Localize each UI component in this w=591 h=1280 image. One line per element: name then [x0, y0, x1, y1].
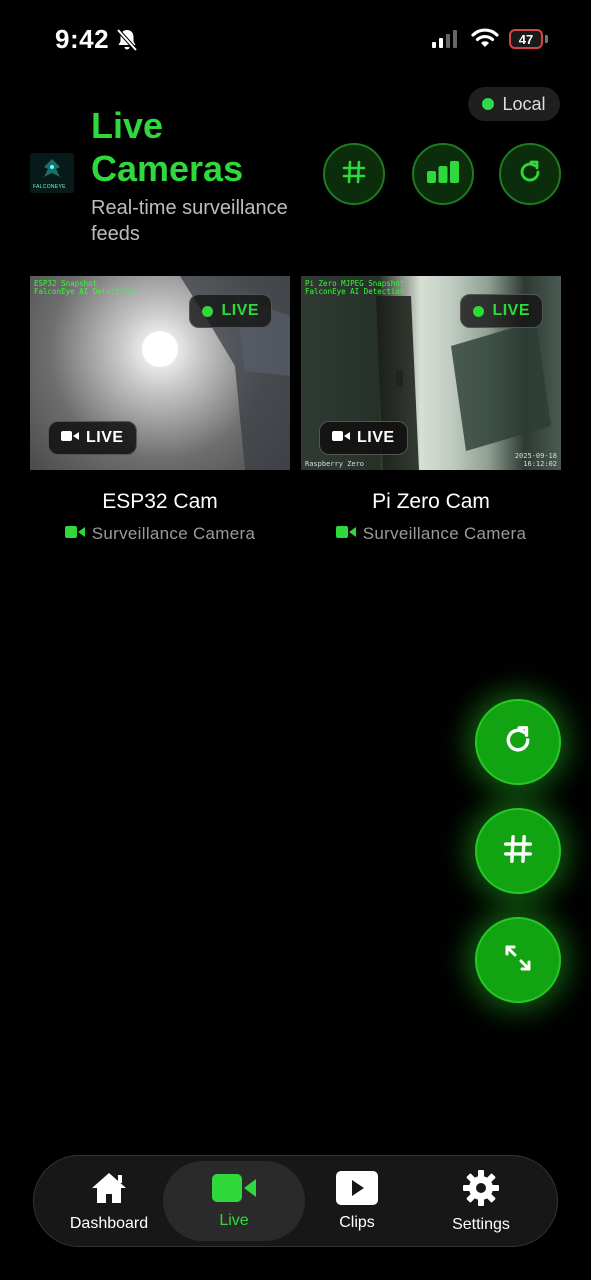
tab-live[interactable]: Live	[169, 1156, 299, 1246]
connection-status-pill[interactable]: Local	[468, 87, 560, 121]
video-camera-icon	[61, 429, 79, 447]
feed-timestamp: 2025-09-18 16:12:02	[515, 452, 557, 468]
camera-name: ESP32 Cam	[102, 490, 218, 513]
live-view-label: LIVE	[86, 429, 124, 446]
camera-type: Surveillance Camera	[301, 524, 561, 544]
video-camera-icon	[335, 524, 356, 544]
video-icon	[212, 1173, 256, 1208]
play-icon	[336, 1170, 378, 1210]
overlay-line-2: FalconEye AI Detection	[34, 287, 134, 296]
home-icon	[89, 1170, 129, 1211]
page-subtitle: Real-time surveillance feeds	[91, 197, 288, 245]
signal-icon	[432, 30, 457, 48]
battery-indicator: 47	[509, 29, 543, 49]
feed-date: 2025-09-18	[514, 452, 557, 460]
live-status-badge: LIVE	[460, 294, 543, 328]
camera-type-label: Surveillance Camera	[362, 524, 527, 543]
tab-settings[interactable]: Settings	[416, 1156, 546, 1246]
tab-label: Clips	[339, 1213, 375, 1231]
grid-icon	[341, 159, 367, 190]
gear-icon	[462, 1169, 500, 1212]
refresh-icon	[516, 158, 544, 191]
overlay-line-2: FalconEye AI Detection	[305, 287, 405, 296]
camera-type-label: Surveillance Camera	[91, 524, 256, 543]
feed-device-stamp: Raspberry Zero	[305, 460, 365, 468]
live-view-label: LIVE	[357, 429, 395, 446]
video-camera-icon	[332, 429, 350, 447]
camera-name: Pi Zero Cam	[372, 490, 490, 513]
battery-cap	[545, 35, 548, 43]
status-dot-icon	[482, 98, 495, 110]
wifi-icon	[471, 27, 499, 54]
tab-dashboard[interactable]: Dashboard	[44, 1156, 174, 1246]
expand-icon	[502, 942, 534, 979]
camera-feed[interactable]: ESP32 Snapshot FalconEye AI Detection LI…	[30, 276, 290, 470]
tab-label: Dashboard	[69, 1214, 149, 1232]
live-view-button[interactable]: LIVE	[319, 421, 408, 455]
camera-feed[interactable]: Pi Zero MJPEG Snapshot FalconEye AI Dete…	[301, 276, 561, 470]
live-status-badge: LIVE	[189, 294, 272, 328]
bell-muted-icon	[116, 28, 138, 57]
refresh-button[interactable]	[499, 143, 561, 205]
tab-label: Live	[219, 1211, 249, 1229]
feed-overlay-text: ESP32 Snapshot FalconEye AI Detection	[34, 280, 133, 296]
bars-icon	[426, 160, 460, 189]
logo-text: FALCONEYE	[33, 184, 66, 190]
live-status-label: LIVE	[221, 302, 259, 319]
connection-label: Local	[502, 93, 546, 114]
battery-level: 47	[518, 31, 534, 47]
live-dot-icon	[202, 305, 214, 317]
grid-icon	[502, 833, 534, 870]
camera-type: Surveillance Camera	[30, 524, 290, 544]
camera-card-esp32[interactable]: ESP32 Snapshot FalconEye AI Detection LI…	[30, 276, 290, 544]
grid-view-button[interactable]	[323, 143, 385, 205]
page-title: Live Cameras	[91, 105, 244, 189]
feed-overlay-text: Pi Zero MJPEG Snapshot FalconEye AI Dete…	[305, 280, 404, 296]
fab-refresh-button[interactable]	[475, 699, 561, 785]
fab-fullscreen-button[interactable]	[475, 917, 561, 1003]
stats-button[interactable]	[412, 143, 474, 205]
live-view-button[interactable]: LIVE	[48, 421, 137, 455]
bottom-tab-bar: Dashboard Live Clips Settings	[33, 1155, 558, 1247]
tab-clips[interactable]: Clips	[292, 1156, 422, 1246]
live-status-label: LIVE	[492, 302, 530, 319]
status-time: 9:42	[55, 24, 110, 54]
refresh-icon	[501, 723, 535, 762]
tab-label: Settings	[452, 1215, 510, 1233]
app-logo: FALCONEYE	[30, 153, 74, 193]
camera-card-pizero[interactable]: Pi Zero MJPEG Snapshot FalconEye AI Dete…	[301, 276, 561, 544]
live-dot-icon	[473, 305, 485, 317]
fab-grid-button[interactable]	[475, 808, 561, 894]
video-camera-icon	[64, 524, 85, 544]
feed-time: 16:12:02	[523, 460, 557, 468]
